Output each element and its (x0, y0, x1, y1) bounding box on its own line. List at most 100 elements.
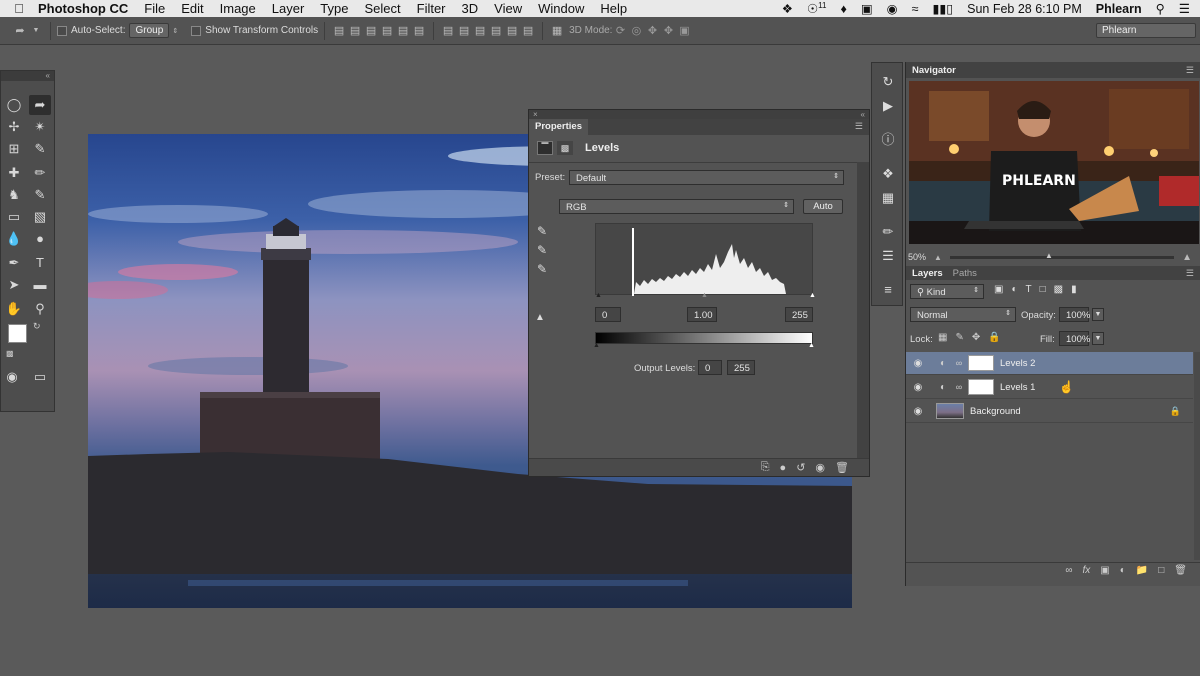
filter-toggle-icon[interactable]: ▮ (1071, 284, 1077, 295)
show-transform-checkbox[interactable] (191, 25, 202, 36)
menu-layer[interactable]: Layer (272, 1, 305, 16)
input-black-field[interactable]: 0 (595, 307, 621, 322)
tab-properties[interactable]: Properties (529, 119, 588, 135)
apple-menu-icon[interactable]:  (0, 1, 38, 16)
tab-layers[interactable]: Layers (912, 268, 943, 279)
spotlight-search-icon[interactable]: ⚲ (1156, 1, 1165, 16)
menu-file[interactable]: File (144, 1, 165, 16)
zoom-slider-thumb[interactable]: ▲ (1045, 251, 1053, 260)
auto-button[interactable]: Auto (803, 199, 843, 214)
layer-row-levels-2[interactable]: ◉ ◐ ∞ Levels 2 (906, 352, 1193, 375)
zoom-in-icon[interactable]: ▲ (1182, 252, 1192, 263)
app-menu[interactable]: Photoshop CC (38, 1, 128, 16)
blend-mode-dropdown[interactable]: Normal ⇕ (910, 307, 1016, 322)
layer-name[interactable]: Background (970, 406, 1021, 417)
input-gamma-field[interactable]: 1.00 (687, 307, 717, 322)
3d-slide-icon[interactable]: ✥ (660, 24, 676, 37)
auto-align-icon[interactable]: ▦ (549, 24, 565, 37)
align-vcenter-icon[interactable]: ▤ (347, 24, 363, 37)
quick-mask-icon[interactable]: ◉ (1, 367, 23, 387)
move-tool-icon[interactable]: ➦ (29, 95, 51, 115)
link-icon[interactable]: ∞ (954, 358, 964, 368)
chevron-down-icon[interactable]: ▼ (28, 27, 44, 34)
default-colors-icon[interactable]: ▩ (6, 349, 14, 358)
auto-select-dropdown[interactable]: Group (129, 23, 170, 38)
white-point-eyedropper-icon[interactable]: ✎ (537, 262, 547, 276)
dropbox-icon[interactable]: ❖ (782, 1, 793, 16)
distribute-top-icon[interactable]: ▤ (440, 24, 456, 37)
layer-name[interactable]: Levels 1 (1000, 382, 1035, 393)
add-mask-icon[interactable]: ▣ (1100, 565, 1109, 576)
output-black-field[interactable]: 0 (698, 360, 722, 375)
gamma-input-slider[interactable]: ▲ (701, 292, 708, 299)
menu-filter[interactable]: Filter (417, 1, 446, 16)
align-left-icon[interactable]: ▤ (379, 24, 395, 37)
layer-style-fx-icon[interactable]: fx (1083, 565, 1091, 576)
record-icon[interactable]: ◉ (887, 1, 898, 16)
properties-panel-titlebar[interactable]: × « (529, 110, 869, 119)
smart-object-filter-icon[interactable]: ▩ (1054, 284, 1063, 295)
layer-row-background[interactable]: ◉ Background 🔒 (906, 400, 1193, 423)
type-tool-icon[interactable]: T (29, 253, 51, 273)
foreground-color-swatch[interactable] (8, 324, 27, 343)
menu-help[interactable]: Help (600, 1, 627, 16)
eyedropper-icon[interactable]: ✎ (29, 139, 51, 159)
distribute-bottom-icon[interactable]: ▤ (472, 24, 488, 37)
lock-transparent-icon[interactable]: ▦ (938, 332, 947, 343)
wifi-icon[interactable]: ≈ (912, 2, 919, 16)
zoom-out-icon[interactable]: ▲ (934, 253, 942, 262)
navigator-preview[interactable]: PHLEARN (909, 81, 1199, 244)
pixel-filter-icon[interactable]: ▣ (994, 284, 1003, 295)
path-selection-icon[interactable]: ➤ (3, 275, 25, 295)
move-tool-preset-icon[interactable]: ➦ (12, 24, 28, 37)
fill-dropdown-icon[interactable]: ▼ (1092, 332, 1104, 345)
brush-presets-icon[interactable]: ✏ (879, 223, 897, 241)
sync-icon[interactable]: ☉11 (807, 1, 827, 16)
type-filter-icon[interactable]: T (1026, 284, 1032, 295)
battery-icon[interactable]: ▮▮▯ (932, 1, 953, 16)
new-group-icon[interactable]: 📁 (1136, 565, 1148, 576)
lock-icon[interactable]: 🔒 (1170, 406, 1181, 417)
magic-wand-icon[interactable]: ✴ (29, 117, 51, 137)
swatches-icon[interactable]: ▦ (879, 189, 897, 207)
align-hcenter-icon[interactable]: ▤ (395, 24, 411, 37)
channel-dropdown[interactable]: RGB ⇕ (559, 199, 794, 214)
tab-paths[interactable]: Paths (953, 268, 977, 279)
white-output-slider[interactable]: ▲ (808, 342, 815, 349)
history-icon[interactable]: ↻ (879, 73, 897, 91)
adjustments-icon[interactable]: ☰ (879, 247, 897, 265)
scrollbar[interactable] (857, 162, 869, 458)
zoom-slider[interactable]: ▲ (949, 251, 1175, 260)
notification-center-icon[interactable]: ☰ (1179, 1, 1190, 16)
align-right-icon[interactable]: ▤ (411, 24, 427, 37)
new-adjustment-layer-icon[interactable]: ◐ (1120, 565, 1126, 576)
3d-drag-icon[interactable]: ✥ (644, 24, 660, 37)
black-output-slider[interactable]: ▲ (593, 342, 600, 349)
visibility-eye-icon[interactable]: ◉ (906, 382, 930, 393)
workspace-dropdown[interactable]: Phlearn (1096, 23, 1196, 38)
opacity-field[interactable]: 100% (1059, 307, 1090, 322)
link-icon[interactable]: ∞ (954, 382, 964, 392)
visibility-eye-icon[interactable]: ◉ (906, 406, 930, 417)
white-input-slider[interactable]: ▲ (809, 292, 816, 299)
blur-icon[interactable]: 💧 (3, 229, 25, 249)
pen-icon[interactable]: ✒ (3, 253, 25, 273)
menu-window[interactable]: Window (538, 1, 584, 16)
lasso-icon[interactable]: ✢ (3, 117, 25, 137)
lock-all-icon[interactable]: 🔒 (988, 332, 1000, 343)
gradient-icon[interactable]: ▧ (29, 207, 51, 227)
visibility-eye-icon[interactable]: ◉ (906, 358, 930, 369)
layer-row-levels-1[interactable]: ◉ ◐ ∞ Levels 1 ☝ (906, 376, 1193, 399)
opacity-dropdown-icon[interactable]: ▼ (1092, 308, 1104, 321)
distribute-hcenter-icon[interactable]: ▤ (504, 24, 520, 37)
lock-position-icon[interactable]: ✥ (972, 332, 980, 343)
filter-kind-dropdown[interactable]: ⚲ Kind ⇕ (910, 284, 984, 299)
tab-navigator[interactable]: Navigator (912, 65, 956, 76)
hand-icon[interactable]: ✋ (3, 299, 25, 319)
tools-panel-header[interactable]: « (1, 71, 54, 81)
delete-layer-icon[interactable]: 🗑 (1174, 565, 1187, 576)
clipping-warning-icon[interactable]: ▲ (535, 312, 545, 323)
reset-icon[interactable]: ↺ (796, 461, 805, 474)
distribute-left-icon[interactable]: ▤ (488, 24, 504, 37)
visibility-icon[interactable]: ◉ (815, 461, 825, 474)
